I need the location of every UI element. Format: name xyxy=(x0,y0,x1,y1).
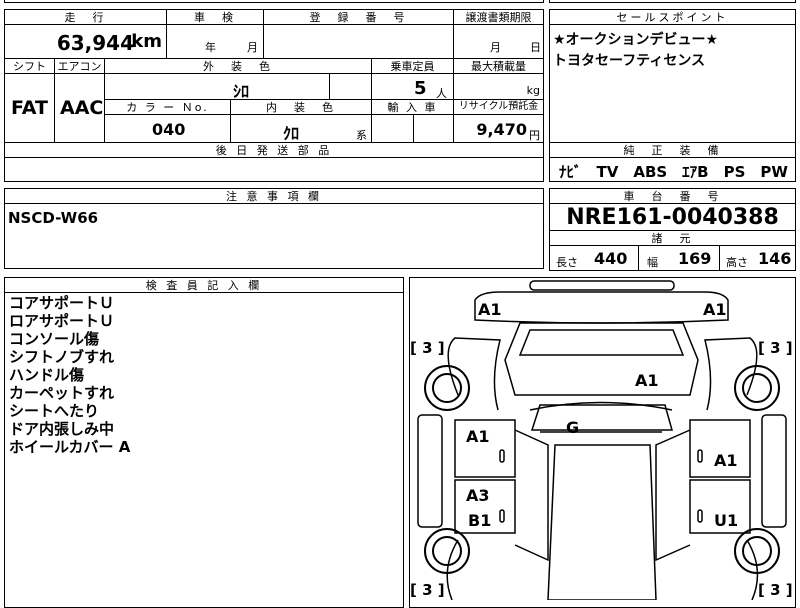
inspector-line: コアサポートＵ xyxy=(9,294,115,312)
color-no-header: カ ラ ー Ｎo. xyxy=(104,99,231,115)
exterior-color-sub-cell xyxy=(329,73,372,100)
dimensions-width-label: 幅 xyxy=(647,256,658,269)
registration-header: 登 録 番 号 xyxy=(263,9,454,25)
tire-rear-right-label: [ 3 ] xyxy=(758,581,793,599)
notes-value: NSCD-W66 xyxy=(8,209,99,227)
dimensions-width-cell: 幅 169 xyxy=(638,245,720,271)
top-cutoff-row xyxy=(4,0,544,3)
inspector-line: ロアサポートＵ xyxy=(9,312,115,330)
equipment-header: 純 正 装 備 xyxy=(549,142,796,158)
transfer-month: 月 xyxy=(490,41,501,54)
interior-color-value: ｸﾛ xyxy=(283,124,300,143)
mileage-unit: km xyxy=(131,31,162,52)
shift-header: シフト xyxy=(4,58,55,74)
sales-point-line-1: ★オークションデビュー★ xyxy=(553,32,719,48)
diagram-front-right-label: A1 xyxy=(703,300,727,319)
notes-body: NSCD-W66 xyxy=(4,203,544,269)
registration-cell xyxy=(263,24,454,59)
sales-point-line-2: トヨタセーフティセンス xyxy=(553,53,706,69)
capacity-cell: 5 人 xyxy=(371,73,454,100)
notes-header: 注 意 事 項 欄 xyxy=(4,188,544,204)
color-no-value: 040 xyxy=(152,120,186,139)
diagram-front-door-right-label: A1 xyxy=(714,451,738,470)
recycle-cell: 9,470 円 xyxy=(453,114,544,143)
dimensions-length-cell: 長さ 440 xyxy=(549,245,639,271)
diagram-rear-door-left-a-label: A3 xyxy=(466,486,490,505)
import-cell-b xyxy=(413,114,454,143)
diagram-front-left-label: A1 xyxy=(478,300,502,319)
recycle-value: 9,470 xyxy=(476,120,527,139)
max-load-cell: kg xyxy=(453,73,544,100)
top-cutoff-right xyxy=(549,0,796,3)
capacity-value: 5 xyxy=(414,78,427,99)
aircon-value: AAC xyxy=(60,97,104,119)
diagram-front-door-left-label: A1 xyxy=(466,427,490,446)
inspection-cell: 年 月 xyxy=(166,24,264,59)
sales-points-header: セールスポイント xyxy=(549,9,796,25)
chassis-value: NRE161-0040388 xyxy=(566,205,779,230)
transfer-header: 譲渡書類期限 xyxy=(453,9,544,25)
recycle-header: リサイクル預託金 xyxy=(453,99,544,115)
tire-rear-left-label: [ 3 ] xyxy=(410,581,445,599)
dimensions-length-label: 長さ xyxy=(556,256,578,269)
mileage-header: 走 行 xyxy=(4,9,167,25)
max-load-header: 最大積載量 xyxy=(453,58,544,74)
transfer-day: 日 xyxy=(530,41,541,54)
recycle-unit: 円 xyxy=(529,129,540,142)
exterior-color-header: 外 装 色 xyxy=(104,58,372,74)
diagram-rear-door-right-label: U1 xyxy=(714,511,739,530)
parts-cell xyxy=(4,157,544,182)
capacity-header: 乗車定員 xyxy=(371,58,454,74)
dimensions-header: 諸 元 xyxy=(549,230,796,246)
inspector-line: カーペットすれ xyxy=(9,384,115,402)
chassis-header: 車 台 番 号 xyxy=(549,188,796,204)
inspector-header: 検 査 員 記 入 欄 xyxy=(4,277,404,293)
inspection-header: 車 検 xyxy=(166,9,264,25)
max-load-unit: kg xyxy=(526,84,540,97)
import-header: 輸 入 車 xyxy=(371,99,454,115)
chassis-body: NRE161-0040388 xyxy=(549,203,796,231)
dimensions-height-cell: 高さ 146 xyxy=(719,245,796,271)
aircon-cell: AAC xyxy=(54,73,105,143)
sales-points-body: ★オークションデビュー★ トヨタセーフティセンス xyxy=(549,24,796,143)
equipment-body: ﾅﾋﾞ TV ABS ｴｱB PS PW xyxy=(549,157,796,182)
shift-cell: FAT xyxy=(4,73,55,143)
aircon-header: エアコン xyxy=(54,58,105,74)
dimensions-height-value: 146 xyxy=(758,249,792,268)
dimensions-height-label: 高さ xyxy=(726,256,748,269)
inspection-year: 年 xyxy=(205,41,216,54)
diagram-hood-label: A1 xyxy=(635,371,659,390)
parts-header: 後 日 発 送 部 品 xyxy=(4,142,544,158)
diagram-roof-label: G xyxy=(566,418,580,437)
inspector-body: コアサポートＵ ロアサポートＵ コンソール傷 シフトノブすれ ハンドル傷 カーペ… xyxy=(4,292,404,608)
mileage-cell: 63,944 km xyxy=(4,24,167,59)
import-cell-a xyxy=(371,114,414,143)
color-no-cell: 040 xyxy=(104,114,231,143)
interior-color-suffix: 系 xyxy=(356,129,367,142)
equipment-value: ﾅﾋﾞ TV ABS ｴｱB PS PW xyxy=(559,163,788,181)
shift-value: FAT xyxy=(11,97,48,119)
tire-front-left-label: [ 3 ] xyxy=(410,339,445,357)
mileage-value: 63,944 xyxy=(56,31,134,55)
inspector-line: ホイールカバー A xyxy=(9,438,131,456)
interior-color-cell: ｸﾛ 系 xyxy=(230,114,372,143)
inspector-line: シフトノブすれ xyxy=(9,348,115,366)
tire-front-right-label: [ 3 ] xyxy=(758,339,793,357)
transfer-cell: 月 日 xyxy=(453,24,544,59)
diagram-rear-door-left-b-label: B1 xyxy=(468,511,492,530)
dimensions-width-value: 169 xyxy=(678,249,712,268)
inspector-line: ハンドル傷 xyxy=(9,366,85,384)
inspection-month: 月 xyxy=(247,41,258,54)
inspector-line: シートへたり xyxy=(9,402,100,420)
interior-color-header: 内 装 色 xyxy=(230,99,372,115)
inspector-line: コンソール傷 xyxy=(9,330,100,348)
dimensions-length-value: 440 xyxy=(594,249,628,268)
exterior-color-cell: ｼﾛ xyxy=(104,73,330,101)
inspector-line: ドア内張しみ中 xyxy=(9,420,115,438)
